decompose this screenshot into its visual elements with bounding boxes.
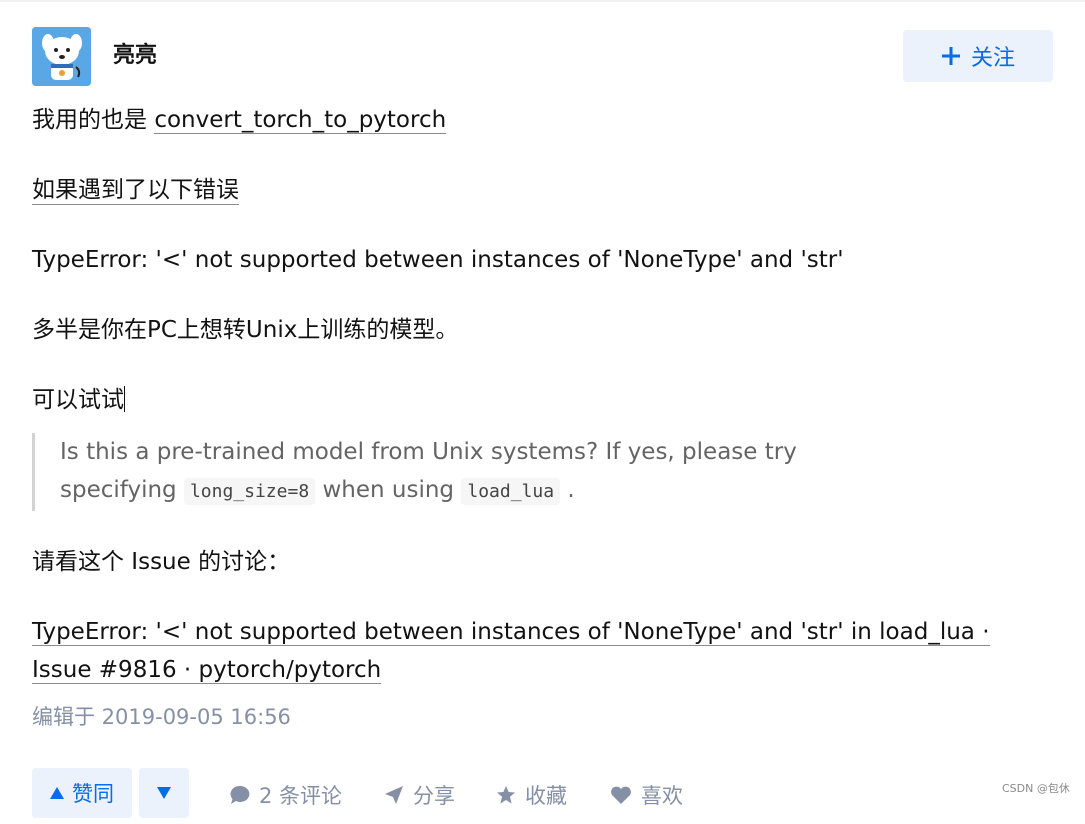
paragraph-1: 我用的也是 convert_torch_to_pytorch <box>32 101 1042 139</box>
paragraph-2: 如果遇到了以下错误 <box>32 171 1042 209</box>
follow-label: 关注 <box>970 46 1015 71</box>
code-long-size: long_size=8 <box>183 478 316 505</box>
author-name[interactable]: 亮亮 <box>113 42 157 70</box>
paragraph-4: 多半是你在PC上想转Unix上训练的模型。 <box>32 317 459 343</box>
comments-label: 2 条评论 <box>259 784 343 808</box>
quote-line-2: specifying long_size=8 when using load_l… <box>60 471 1042 511</box>
upvote-label: 赞同 <box>72 782 114 806</box>
quote-line2-suffix: . <box>560 477 575 503</box>
favorite-label: 收藏 <box>525 784 567 808</box>
answer-header: 亮亮 关注 <box>0 0 1085 100</box>
like-label: 喜欢 <box>641 784 683 808</box>
paragraph-5: 可以试试 <box>32 381 1042 419</box>
plus-icon <box>941 47 960 65</box>
paragraph-3: TypeError: '<' not supported between ins… <box>32 247 844 273</box>
like-button[interactable]: 喜欢 <box>610 780 683 810</box>
edit-time: 编辑于 2019-09-05 16:56 <box>32 705 291 729</box>
text-cursor <box>124 386 125 412</box>
paragraph-6: 请看这个 Issue 的讨论： <box>32 549 291 575</box>
quote-line-1: Is this a pre-trained model from Unix sy… <box>60 439 797 465</box>
quote-line2-prefix: specifying <box>60 477 184 503</box>
action-bar: 赞同 2 条评论 分享 收藏 喜欢 <box>32 768 1032 824</box>
share-icon <box>385 786 403 804</box>
downvote-button[interactable] <box>139 768 189 818</box>
para1-prefix: 我用的也是 <box>32 107 155 133</box>
issue-link[interactable]: TypeError: '<' not supported between ins… <box>32 619 990 684</box>
paragraph-7: TypeError: '<' not supported between ins… <box>32 613 1042 689</box>
quote-line2-middle: when using <box>315 477 462 503</box>
convert-torch-link[interactable]: convert_torch_to_pytorch <box>154 107 447 134</box>
author-avatar[interactable] <box>32 27 91 86</box>
code-load-lua: load_lua <box>461 478 561 505</box>
para5-text: 可以试试 <box>32 387 124 413</box>
blockquote: Is this a pre-trained model from Unix sy… <box>32 433 1042 511</box>
follow-button[interactable]: 关注 <box>903 30 1053 82</box>
para2-text: 如果遇到了以下错误 <box>32 177 239 205</box>
share-button[interactable]: 分享 <box>384 780 455 810</box>
answer-content: 我用的也是 convert_torch_to_pytorch 如果遇到了以下错误… <box>32 100 1042 731</box>
upvote-button[interactable]: 赞同 <box>32 768 132 818</box>
triangle-up-icon <box>50 787 64 799</box>
favorite-button[interactable]: 收藏 <box>496 780 567 810</box>
watermark: CSDN @包休 <box>1002 782 1070 795</box>
share-label: 分享 <box>413 784 455 808</box>
heart-icon <box>611 786 631 804</box>
dog-avatar-icon <box>32 27 91 86</box>
star-icon <box>497 786 515 804</box>
triangle-down-icon <box>157 787 171 799</box>
comment-icon <box>230 785 250 804</box>
comments-button[interactable]: 2 条评论 <box>230 780 342 810</box>
